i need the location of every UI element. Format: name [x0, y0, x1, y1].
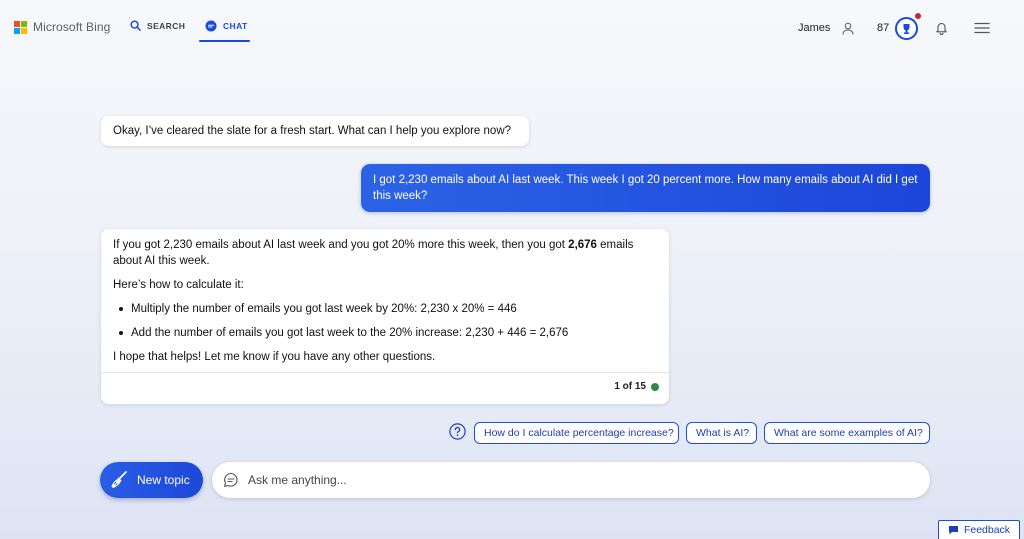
chat-bubble-icon [224, 472, 238, 487]
tab-search[interactable]: SEARCH [130, 20, 185, 31]
chat-icon [205, 20, 217, 32]
top-header: Microsoft Bing SEARCH CHAT James 87 [0, 0, 1024, 52]
chat-input-box[interactable] [212, 462, 930, 498]
status-dot-icon [651, 382, 659, 391]
answer-how-to: Here’s how to calculate it: [113, 279, 244, 291]
suggestion-chip[interactable]: How do I calculate percentage increase? [474, 422, 679, 444]
rewards-points[interactable]: 87 [877, 22, 889, 34]
hamburger-menu-icon[interactable] [974, 22, 990, 34]
tab-chat-label: CHAT [223, 21, 248, 31]
trophy-icon [903, 23, 910, 34]
active-tab-indicator [199, 40, 250, 42]
notification-dot [915, 13, 921, 19]
rewards-button[interactable] [895, 17, 918, 40]
turn-counter-label: 1 of 15 [614, 381, 646, 392]
bell-icon[interactable] [935, 21, 948, 35]
broom-icon [111, 471, 127, 488]
suggestion-chip[interactable]: What is AI? [686, 422, 757, 444]
answer-closing: I hope that helps! Let me know if you ha… [113, 351, 436, 363]
new-topic-label: New topic [137, 473, 190, 487]
tab-search-label: SEARCH [147, 20, 186, 31]
bing-brand[interactable]: Microsoft Bing [14, 20, 110, 34]
feedback-label: Feedback [963, 524, 1011, 536]
answer-steps: Multiply the number of emails you got la… [113, 301, 657, 341]
user-name[interactable]: James [798, 22, 830, 34]
ask-input[interactable] [248, 473, 888, 487]
answer-result: 2,676 [568, 239, 597, 251]
bot-answer-message: If you got 2,230 emails about AI last we… [101, 229, 669, 404]
user-message: I got 2,230 emails about AI last week. T… [361, 164, 930, 212]
list-item: Add the number of emails you got last we… [113, 325, 657, 341]
turn-counter: 1 of 15 [614, 381, 659, 392]
brand-name: Microsoft Bing [33, 20, 111, 34]
new-topic-button[interactable]: New topic [100, 462, 203, 498]
tab-chat[interactable]: CHAT [205, 20, 248, 32]
help-icon[interactable] [449, 423, 466, 440]
search-icon [130, 20, 141, 31]
suggestion-chip[interactable]: What are some examples of AI? [764, 422, 930, 444]
list-item: Multiply the number of emails you got la… [113, 301, 657, 317]
divider [101, 372, 669, 373]
feedback-icon [948, 526, 958, 535]
bot-greeting-message: Okay, I’ve cleared the slate for a fresh… [101, 116, 529, 146]
feedback-button[interactable]: Feedback [938, 520, 1020, 539]
user-icon[interactable] [842, 22, 854, 35]
microsoft-logo-icon [14, 20, 27, 34]
answer-intro: If you got 2,230 emails about AI last we… [113, 239, 634, 267]
